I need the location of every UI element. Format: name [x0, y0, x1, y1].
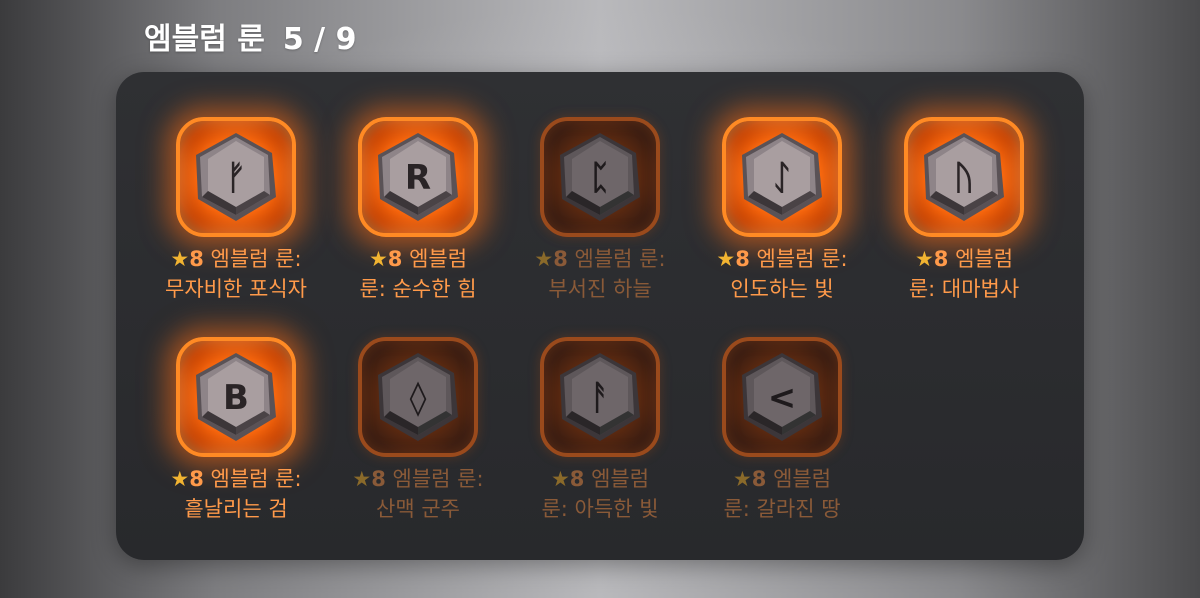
rune-slot[interactable]: ᚠ: [176, 117, 296, 237]
rune-label: ★8 엠블럼 룬: 대마법사: [873, 244, 1055, 304]
star-icon: ★: [352, 467, 372, 491]
rune-stone-icon: ᚨ: [560, 353, 640, 441]
rune-glyph: ᚢ: [954, 158, 974, 198]
rune-name-line1: 엠블럼: [584, 467, 650, 491]
rune-name-line2: 룬: 아득한 빛: [541, 497, 659, 521]
title-text: 엠블럼 룬: [144, 22, 265, 57]
rune-stone-icon: ᚠ: [196, 133, 276, 221]
rune-panel: ᚠ ★8 엠블럼 룬: 무자비한 포식자 R ★8 엠블럼 룬: 순수한 힘 ᛈ…: [116, 72, 1084, 560]
rune-name-line1: 엠블럼 룬:: [385, 467, 484, 491]
rune-grade: 8: [387, 247, 403, 271]
rune-glyph: ᚠ: [226, 158, 246, 198]
star-icon: ★: [732, 467, 752, 491]
rune-card[interactable]: < ★8 엠블럼 룬: 갈라진 땅: [691, 292, 873, 521]
rune-name-line1: 엠블럼: [402, 247, 468, 271]
rune-label: ★8 엠블럼 룬: 산맥 군주: [327, 464, 509, 524]
rune-grade: 8: [569, 467, 585, 491]
rune-name-line1: 엠블럼 룬:: [567, 247, 666, 271]
rune-slot[interactable]: ᚢ: [904, 117, 1024, 237]
rune-grade: 8: [189, 467, 204, 491]
rune-glyph: <: [768, 378, 797, 418]
rune-stone-icon: B: [196, 353, 276, 441]
rune-grade: 8: [751, 467, 767, 491]
rune-grade: 8: [735, 247, 750, 271]
rune-card[interactable]: ᚨ ★8 엠블럼 룬: 아득한 빛: [509, 292, 691, 521]
rune-card[interactable]: ◊ ★8 엠블럼 룬: 산맥 군주: [327, 292, 509, 521]
rune-label: ★8 엠블럼 룬: 아득한 빛: [509, 464, 691, 524]
rune-stone-icon: ᚢ: [924, 133, 1004, 221]
rune-slot[interactable]: B: [176, 337, 296, 457]
rune-glyph: ᛈ: [590, 158, 610, 198]
rune-grade: 8: [189, 247, 204, 271]
rune-name-line1: 엠블럼 룬:: [203, 247, 302, 271]
star-icon: ★: [550, 467, 570, 491]
rune-grade: 8: [371, 467, 386, 491]
star-icon: ★: [716, 247, 736, 271]
rune-name-line1: 엠블럼: [766, 467, 832, 491]
rune-slot[interactable]: R: [358, 117, 478, 237]
rune-stone-icon: ᛇ: [742, 133, 822, 221]
rune-glyph: ᚨ: [590, 378, 610, 418]
collection-count: 5 / 9: [282, 22, 357, 57]
rune-card[interactable]: ᚢ ★8 엠블럼 룬: 대마법사: [873, 72, 1055, 301]
rune-card[interactable]: R ★8 엠블럼 룬: 순수한 힘: [327, 72, 509, 301]
star-icon: ★: [914, 247, 934, 271]
rune-name-line1: 엠블럼 룬:: [749, 247, 848, 271]
rune-label: ★8 엠블럼 룬: 흩날리는 검: [145, 464, 327, 524]
rune-card[interactable]: ᛈ ★8 엠블럼 룬: 부서진 하늘: [509, 72, 691, 301]
star-icon: ★: [170, 247, 190, 271]
rune-slot[interactable]: ᛇ: [722, 117, 842, 237]
rune-glyph: B: [223, 378, 249, 418]
rune-label: ★8 엠블럼 룬: 갈라진 땅: [691, 464, 873, 524]
star-icon: ★: [368, 247, 388, 271]
rune-name-line1: 엠블럼: [948, 247, 1014, 271]
rune-card[interactable]: B ★8 엠블럼 룬: 흩날리는 검: [145, 292, 327, 521]
rune-name-line2: 룬: 갈라진 땅: [723, 497, 841, 521]
rune-stone-icon: R: [378, 133, 458, 221]
rune-glyph: R: [405, 158, 431, 198]
rune-slot[interactable]: ᚨ: [540, 337, 660, 457]
rune-glyph: ᛇ: [772, 158, 792, 198]
rune-slot[interactable]: <: [722, 337, 842, 457]
rune-grade: 8: [553, 247, 568, 271]
page-title: 엠블럼 룬 5 / 9: [144, 14, 356, 58]
rune-name-line1: 엠블럼 룬:: [203, 467, 302, 491]
rune-glyph: ◊: [410, 378, 427, 418]
rune-slot[interactable]: ◊: [358, 337, 478, 457]
rune-name-line2: 산맥 군주: [376, 497, 460, 521]
rune-stone-icon: ◊: [378, 353, 458, 441]
rune-grade: 8: [933, 247, 949, 271]
star-icon: ★: [534, 247, 554, 271]
star-icon: ★: [170, 467, 190, 491]
rune-slot[interactable]: ᛈ: [540, 117, 660, 237]
rune-name-line2: 흩날리는 검: [184, 497, 288, 521]
rune-name-line2: 룬: 대마법사: [908, 277, 1020, 301]
rune-stone-icon: ᛈ: [560, 133, 640, 221]
rune-card[interactable]: ᚠ ★8 엠블럼 룬: 무자비한 포식자: [145, 72, 327, 301]
rune-stone-icon: <: [742, 353, 822, 441]
rune-card[interactable]: ᛇ ★8 엠블럼 룬: 인도하는 빛: [691, 72, 873, 301]
